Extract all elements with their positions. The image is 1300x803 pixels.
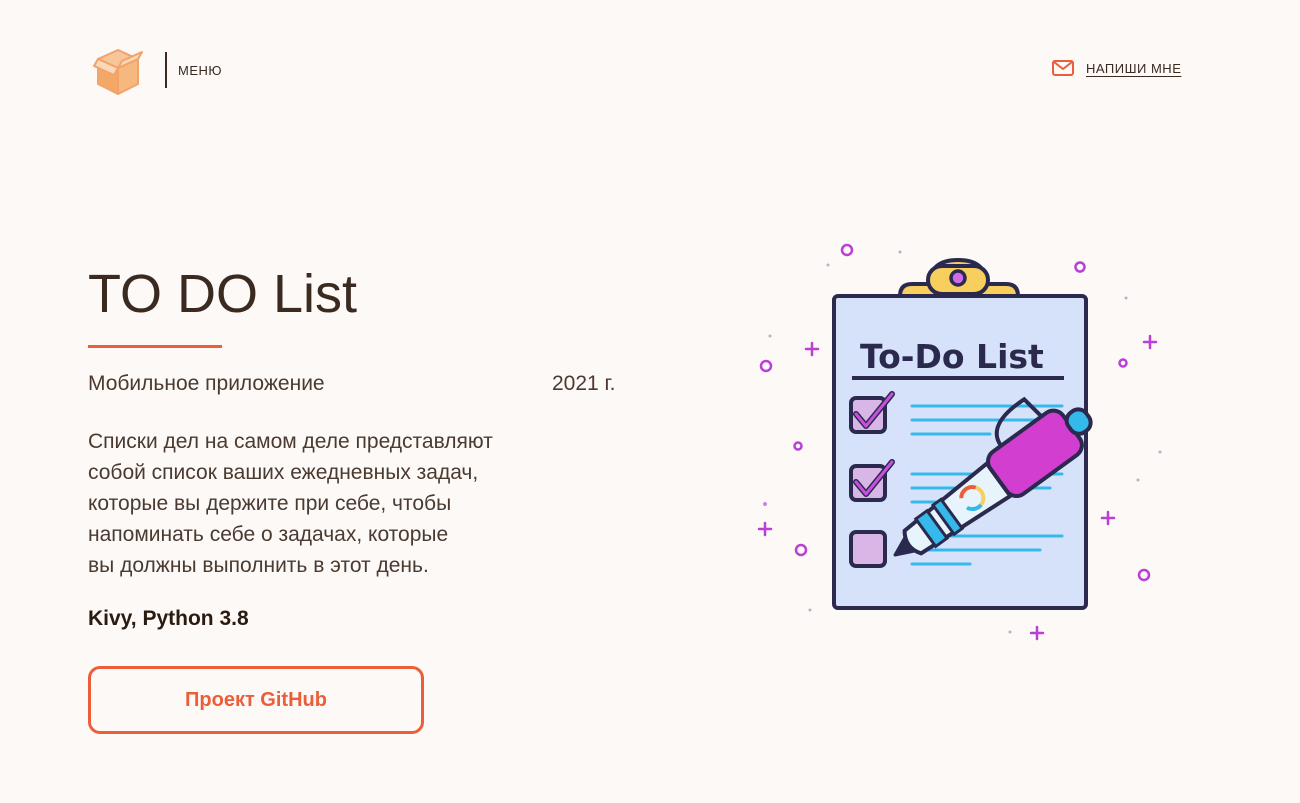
github-project-button[interactable]: Проект GitHub (88, 666, 424, 734)
clipboard-heading: To-Do List (860, 337, 1044, 376)
description-line: собой список ваших ежедневных задач, (88, 461, 479, 484)
box-logo-icon[interactable] (92, 46, 144, 98)
project-description: Списки дел на самом деле представляют со… (88, 426, 648, 581)
project-year: 2021 г. (552, 372, 616, 395)
title-underline (88, 345, 222, 348)
menu-divider (165, 52, 167, 88)
description-line: которые вы держите при себе, чтобы (88, 492, 452, 515)
header: МЕНЮ НАПИШИ МНЕ (0, 0, 1300, 140)
checkbox-checked-2 (849, 459, 895, 502)
menu-link[interactable]: МЕНЮ (178, 63, 222, 78)
checkbox-checked-1 (849, 391, 895, 434)
page-title: TO DO List (88, 264, 358, 324)
clipboard-clip (898, 258, 1020, 298)
checkbox-empty (849, 530, 887, 568)
todo-clipboard-illustration: To-Do List (757, 243, 1162, 641)
contact-label: НАПИШИ МНЕ (1086, 60, 1182, 76)
description-line: Списки дел на самом деле представляют (88, 430, 493, 453)
tech-stack: Kivy, Python 3.8 (88, 607, 249, 630)
mail-icon (1052, 60, 1074, 76)
description-line: напоминать себе о задачах, которые (88, 523, 449, 546)
project-type: Мобильное приложение (88, 372, 325, 395)
description-line: вы должны выполнить в этот день. (88, 554, 429, 577)
contact-link[interactable]: НАПИШИ МНЕ (1052, 60, 1181, 76)
